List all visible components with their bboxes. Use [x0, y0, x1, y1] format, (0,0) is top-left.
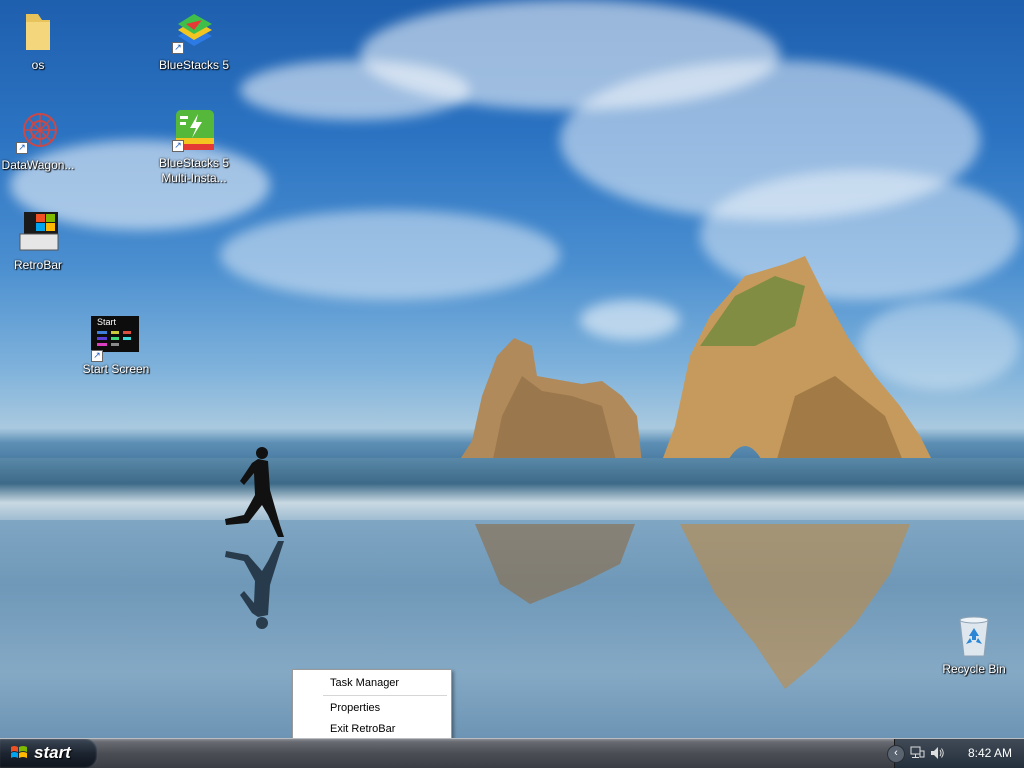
folder-icon: [26, 14, 50, 50]
desktop-icon-bluestacks-multi[interactable]: ↗ BlueStacks 5 Multi-Insta...: [154, 108, 234, 186]
network-icon[interactable]: [909, 745, 925, 761]
start-screen-thumb-text: Start: [97, 317, 117, 327]
sea: [0, 458, 1024, 522]
rock-reflection-left: [475, 524, 635, 604]
rock-arch-left: [457, 338, 642, 464]
retrobar-icon: [19, 212, 59, 251]
shortcut-arrow-icon: ↗: [172, 42, 184, 54]
taskbar-context-menu: Task Manager Properties Exit RetroBar: [292, 669, 452, 745]
icon-label: Recycle Bin: [942, 662, 1006, 676]
rock-arch-right: [660, 256, 935, 466]
start-button[interactable]: start: [0, 739, 98, 768]
start-label: start: [34, 743, 71, 762]
desktop-icon-datawagon[interactable]: ↗ DataWagon...: [0, 110, 78, 173]
desktop-icon-os[interactable]: os: [0, 10, 78, 73]
icon-label: RetroBar: [13, 258, 63, 272]
taskbar[interactable]: start ‹ 8:42 AM: [0, 738, 1024, 768]
menu-item-exit-retrobar[interactable]: Exit RetroBar: [293, 719, 451, 740]
desktop-icon-recycle-bin[interactable]: Recycle Bin: [934, 614, 1014, 677]
system-tray: ‹ 8:42 AM: [887, 739, 1024, 768]
desktop-icon-bluestacks[interactable]: ↗ BlueStacks 5: [154, 10, 234, 73]
icon-label: BlueStacks 5: [158, 58, 230, 72]
clock[interactable]: 8:42 AM: [968, 746, 1012, 760]
cloud: [240, 60, 470, 120]
menu-item-properties[interactable]: Properties: [293, 698, 451, 719]
volume-icon[interactable]: [929, 745, 945, 761]
icon-label: BlueStacks 5 Multi-Insta...: [158, 156, 230, 185]
icon-label: DataWagon...: [1, 158, 75, 172]
icon-label: os: [31, 58, 45, 72]
menu-item-task-manager[interactable]: Task Manager: [293, 673, 451, 694]
desktop-icon-retrobar[interactable]: RetroBar: [0, 210, 78, 273]
desktop-icon-start-screen[interactable]: Start ↗ Start Screen: [76, 314, 156, 377]
icon-label: Start Screen: [82, 362, 150, 376]
windows-flag-icon: [11, 746, 27, 758]
recycle-bin-icon: [959, 616, 989, 657]
rock-reflection-right: [680, 524, 910, 689]
shortcut-arrow-icon: ↗: [172, 140, 184, 152]
cloud: [220, 210, 560, 300]
shortcut-arrow-icon: ↗: [16, 142, 28, 154]
menu-separator: [323, 695, 447, 696]
start-screen-icon: Start: [91, 316, 139, 352]
shortcut-arrow-icon: ↗: [91, 350, 103, 362]
runner-silhouette: [225, 447, 284, 629]
show-hidden-icons-icon[interactable]: ‹: [887, 745, 905, 763]
